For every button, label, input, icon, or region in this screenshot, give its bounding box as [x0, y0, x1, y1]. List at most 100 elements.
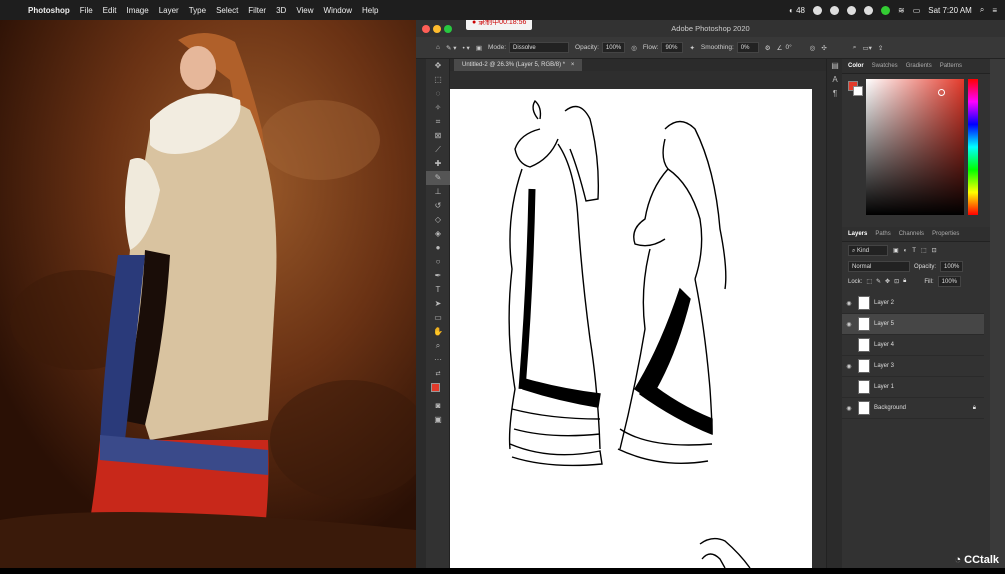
- layer-row[interactable]: Layer 4: [842, 335, 984, 356]
- visibility-eye-icon[interactable]: ◉: [842, 405, 856, 412]
- stamp-tool-icon[interactable]: ⊥: [426, 185, 450, 199]
- history-panel-icon[interactable]: ▤: [827, 59, 843, 73]
- layer-row-selected[interactable]: ◉ Layer 5: [842, 314, 984, 335]
- tab-layers[interactable]: Layers: [848, 231, 867, 237]
- menu-edit[interactable]: Edit: [103, 6, 117, 15]
- filter-type-icon[interactable]: T: [912, 248, 916, 254]
- paragraph-panel-icon[interactable]: ¶: [827, 87, 843, 101]
- visibility-eye-icon[interactable]: ◉: [842, 363, 856, 370]
- dodge-tool-icon[interactable]: ○: [426, 255, 450, 269]
- battery-icon[interactable]: ▭: [913, 6, 921, 15]
- menu-help[interactable]: Help: [362, 6, 378, 15]
- history-brush-tool-icon[interactable]: ↺: [426, 199, 450, 213]
- layer-opacity-field[interactable]: 100%: [940, 261, 964, 272]
- document-canvas[interactable]: [450, 89, 812, 568]
- fill-field[interactable]: 100%: [937, 276, 962, 287]
- close-tab-icon[interactable]: ×: [571, 62, 575, 68]
- magic-wand-tool-icon[interactable]: ✧: [426, 101, 450, 115]
- workspace-icon[interactable]: ▭▾: [862, 44, 871, 52]
- minimize-button[interactable]: [433, 25, 441, 33]
- filter-shape-icon[interactable]: ⬚: [921, 247, 927, 254]
- menu-app[interactable]: Photoshop: [28, 6, 70, 15]
- color-picker-cursor[interactable]: [938, 89, 945, 96]
- hue-slider[interactable]: [968, 79, 978, 215]
- smoothing-field[interactable]: 0%: [736, 42, 759, 53]
- tab-gradients[interactable]: Gradients: [906, 63, 932, 69]
- type-tool-icon[interactable]: T: [426, 283, 450, 297]
- path-select-tool-icon[interactable]: ➤: [426, 297, 450, 311]
- menu-filter[interactable]: Filter: [248, 6, 266, 15]
- settings-gear-icon[interactable]: ⚙: [765, 44, 771, 52]
- tab-color[interactable]: Color: [848, 63, 864, 69]
- visibility-eye-icon[interactable]: ◉: [842, 300, 856, 307]
- share-icon[interactable]: ⇪: [878, 44, 883, 52]
- brush-panel-icon[interactable]: ▣: [476, 44, 482, 52]
- crop-tool-icon[interactable]: ⌗: [426, 115, 450, 129]
- lock-pixels-icon[interactable]: ✎: [876, 278, 881, 285]
- control-center-icon[interactable]: ≡: [992, 6, 997, 15]
- menu-layer[interactable]: Layer: [159, 6, 179, 15]
- filter-pixel-icon[interactable]: ▣: [893, 247, 899, 254]
- layer-row[interactable]: ◉ Layer 2: [842, 293, 984, 314]
- filter-adjust-icon[interactable]: ◐: [904, 248, 908, 254]
- filter-smart-icon[interactable]: ⊡: [932, 247, 937, 254]
- brush-tool-icon[interactable]: ✎: [426, 171, 450, 185]
- pressure-size-icon[interactable]: ◎: [810, 44, 816, 52]
- brush-preset-icon[interactable]: ✎ ▾: [446, 44, 457, 52]
- opacity-field[interactable]: 100%: [601, 42, 626, 53]
- status-icon-2[interactable]: [829, 5, 839, 15]
- menu-window[interactable]: Window: [324, 6, 352, 15]
- brush-size-icon[interactable]: • ▾: [462, 44, 469, 52]
- tab-paths[interactable]: Paths: [875, 231, 890, 237]
- lasso-tool-icon[interactable]: ◌: [426, 87, 450, 101]
- swap-colors-icon[interactable]: ⇄: [426, 367, 450, 381]
- layer-row[interactable]: Layer 1: [842, 377, 984, 398]
- lock-all-icon[interactable]: 🔒︎: [903, 278, 906, 285]
- eraser-tool-icon[interactable]: ◇: [426, 213, 450, 227]
- tab-swatches[interactable]: Swatches: [872, 63, 898, 69]
- status-battery-icon[interactable]: ◐ 48: [789, 6, 805, 15]
- zoom-button[interactable]: [444, 25, 452, 33]
- clock[interactable]: Sat 7:20 AM: [928, 6, 972, 15]
- menu-select[interactable]: Select: [216, 6, 238, 15]
- color-picker-field[interactable]: [866, 79, 964, 215]
- more-tools-icon[interactable]: ···: [426, 353, 450, 367]
- marquee-tool-icon[interactable]: ⬚: [426, 73, 450, 87]
- flow-field[interactable]: 90%: [661, 42, 684, 53]
- zoom-tool-icon[interactable]: ⌕: [426, 339, 450, 353]
- hand-tool-icon[interactable]: ✋: [426, 325, 450, 339]
- mode-select[interactable]: Dissolve: [509, 42, 570, 53]
- color-panel-background-swatch[interactable]: [853, 86, 863, 96]
- move-tool-icon[interactable]: ✥: [426, 59, 450, 73]
- status-icon-4[interactable]: [863, 5, 873, 15]
- layer-row-background[interactable]: ◉ Background 🔒︎: [842, 398, 984, 419]
- menu-view[interactable]: View: [296, 6, 313, 15]
- home-icon[interactable]: ⌂: [436, 44, 440, 51]
- search-icon[interactable]: ⌕: [980, 5, 984, 15]
- lock-transparent-icon[interactable]: ⬚: [866, 278, 872, 285]
- tab-channels[interactable]: Channels: [899, 231, 924, 237]
- kind-filter-select[interactable]: ⌕ Kind: [848, 245, 888, 256]
- menu-3d[interactable]: 3D: [276, 6, 286, 15]
- document-tab[interactable]: Untitled-2 @ 26.3% (Layer 5, RGB/8) * ×: [454, 59, 583, 71]
- tab-properties[interactable]: Properties: [932, 231, 959, 237]
- eyedropper-tool-icon[interactable]: ⟋: [426, 143, 450, 157]
- search-icon[interactable]: ⌕: [853, 44, 857, 52]
- foreground-swatch[interactable]: [431, 383, 440, 392]
- status-icon-3[interactable]: [846, 5, 856, 15]
- airbrush-icon[interactable]: ✦: [689, 44, 694, 52]
- menu-type[interactable]: Type: [189, 6, 206, 15]
- layer-row[interactable]: ◉ Layer 3: [842, 356, 984, 377]
- wifi-icon[interactable]: ≋: [898, 6, 905, 15]
- blend-mode-select[interactable]: Normal: [848, 261, 910, 272]
- paint-bucket-tool-icon[interactable]: ◈: [426, 227, 450, 241]
- status-icon-5[interactable]: [880, 5, 890, 15]
- lock-position-icon[interactable]: ✥: [885, 278, 890, 285]
- screen-mode-icon[interactable]: ▣: [426, 413, 450, 427]
- lock-artboard-icon[interactable]: ⊡: [894, 278, 899, 285]
- tab-patterns[interactable]: Patterns: [940, 63, 962, 69]
- character-panel-icon[interactable]: A: [827, 73, 843, 87]
- angle-field[interactable]: ∠ 0°: [777, 44, 792, 52]
- menu-file[interactable]: File: [80, 6, 93, 15]
- status-icon-1[interactable]: [812, 5, 822, 15]
